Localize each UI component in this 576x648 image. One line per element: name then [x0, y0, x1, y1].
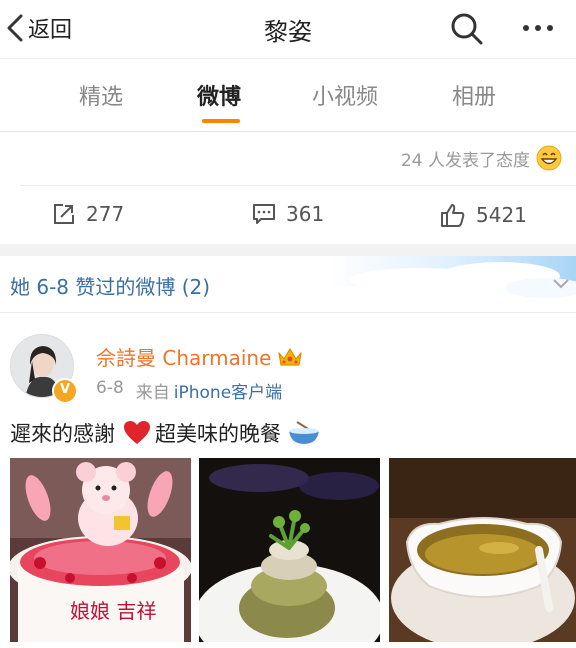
navigation-bar: 返回 黎姿: [0, 0, 576, 58]
verified-badge-icon: V: [52, 378, 78, 404]
post-meta: 6-8 来自 iPhone客户端: [96, 378, 282, 403]
dish-image: [199, 458, 380, 642]
comment-count: 361: [286, 202, 325, 226]
post-actions: 277 361 5421: [0, 186, 576, 244]
more-icon[interactable]: [518, 12, 558, 44]
red-heart-icon: [124, 421, 150, 444]
post-photo-soup[interactable]: [389, 458, 576, 642]
post-date: 6-8: [96, 378, 124, 398]
crown-icon: [278, 347, 303, 366]
post-photo-cake[interactable]: 娘娘 吉祥: [10, 458, 191, 642]
cake-text: 娘娘 吉祥: [70, 599, 156, 623]
cloud-decoration-icon: [330, 256, 576, 298]
liked-posts-text: 她 6-8 赞过的微博 (2): [10, 275, 211, 299]
tab-short-video[interactable]: 小视频: [312, 79, 378, 111]
comment-icon: [253, 204, 275, 224]
grin-emoji-icon: [536, 145, 562, 171]
post-text-part2: 超美味的晚餐: [155, 422, 281, 446]
soup-image: [389, 458, 576, 642]
active-tab-indicator: [202, 119, 240, 123]
post-from-label: 来自: [135, 383, 170, 403]
tab-weibo[interactable]: 微博: [197, 79, 241, 111]
bowl-icon: [289, 421, 319, 444]
tab-featured[interactable]: 精选: [79, 79, 123, 111]
page-title: 黎姿: [264, 18, 312, 46]
back-label: 返回: [28, 18, 73, 43]
back-chevron-icon: [7, 14, 23, 42]
post-text: 遲來的感謝 超美味的晚餐: [10, 418, 321, 448]
cake-image: 娘娘 吉祥: [10, 458, 191, 642]
back-button[interactable]: 返回: [6, 10, 72, 46]
chevron-down-icon: [553, 279, 569, 289]
thumbs-up-icon: [441, 204, 465, 227]
tab-album[interactable]: 相册: [452, 79, 496, 111]
post-photo-dish[interactable]: [199, 458, 380, 642]
divider: [0, 312, 576, 313]
post-source-link[interactable]: iPhone客户端: [174, 378, 282, 403]
section-separator: [0, 244, 576, 256]
post-text-part1: 遲來的感謝: [10, 422, 115, 446]
repost-count: 277: [86, 202, 125, 226]
repost-icon: [54, 204, 74, 224]
profile-tabs: 精选 微博 小视频 相册: [0, 58, 576, 132]
reaction-summary[interactable]: 24 人发表了态度: [401, 145, 562, 171]
comment-button[interactable]: 361: [252, 202, 324, 226]
liked-posts-header[interactable]: 她 6-8 赞过的微博 (2): [0, 256, 576, 312]
like-count: 5421: [476, 203, 527, 227]
author-name: 佘詩曼 Charmaine: [96, 346, 272, 370]
like-button[interactable]: 5421: [440, 202, 527, 228]
post-author[interactable]: 佘詩曼 Charmaine: [96, 342, 303, 371]
reaction-summary-text: 24 人发表了态度: [400, 150, 530, 171]
search-icon[interactable]: [448, 10, 486, 48]
repost-button[interactable]: 277: [52, 202, 124, 226]
